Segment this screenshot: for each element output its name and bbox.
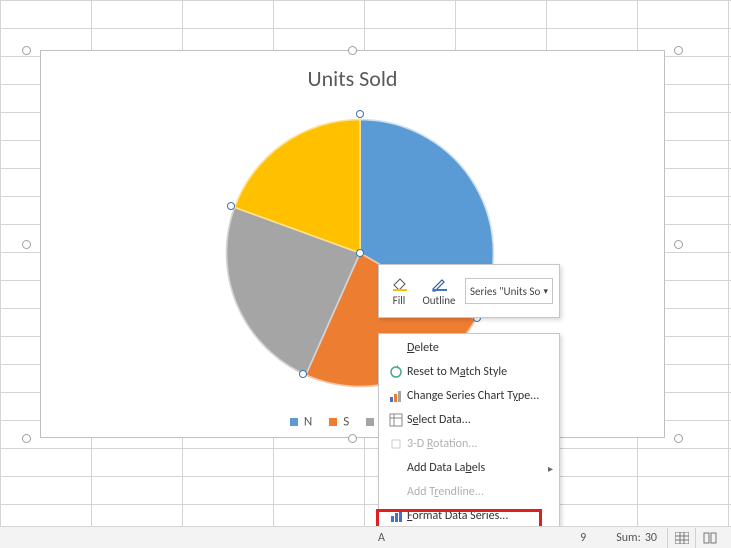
status-bar: A 9 Sum: 30 (0, 526, 731, 548)
resize-handle[interactable] (674, 46, 683, 55)
pen-icon (430, 276, 448, 292)
fill-button[interactable]: Fill (379, 265, 419, 317)
chevron-down-icon: ▾ (543, 286, 548, 297)
ctx-format-series-label: Format Data Series... (407, 509, 553, 523)
view-buttons (667, 528, 723, 548)
outline-button[interactable]: Outline (419, 265, 459, 317)
ctx-rotation-label: 3-D Rotation... (407, 437, 553, 451)
ctx-add-trendline: Add Trendline... (379, 480, 559, 504)
ctx-change-chart-type[interactable]: Change Series Chart Type... (379, 384, 559, 408)
chart-title[interactable]: Units Sold (41, 65, 664, 92)
datapoint-handle (356, 249, 364, 257)
datapoint-handle (299, 370, 307, 378)
chart-legend[interactable]: N S E W (41, 414, 664, 429)
ctx-3d-rotation: 3-D Rotation... (379, 432, 559, 456)
cube-icon (385, 437, 407, 451)
ctx-delete[interactable]: Delete (379, 336, 559, 360)
format-series-icon (385, 509, 407, 523)
legend-swatch-e (366, 418, 374, 426)
ctx-trendline-label: Add Trendline... (407, 485, 553, 499)
chart-object[interactable]: Units Sold N S E W (40, 50, 665, 438)
paint-bucket-icon (390, 276, 408, 292)
ctx-add-data-labels[interactable]: Add Data Labels ▸ (379, 456, 559, 480)
ctx-format-data-series[interactable]: Format Data Series... (379, 504, 559, 528)
status-sum-label: Sum: (616, 531, 641, 545)
context-menu: Delete Reset to Match Style Change Serie… (378, 333, 560, 531)
reset-icon (385, 365, 407, 379)
ctx-select-data[interactable]: Select Data... (379, 408, 559, 432)
series-selector-text: Series "Units So (470, 285, 540, 298)
status-avg: A (378, 531, 385, 545)
resize-handle[interactable] (22, 46, 31, 55)
legend-label-s: S (343, 414, 349, 429)
ctx-reset-style[interactable]: Reset to Match Style (379, 360, 559, 384)
legend-label-n: N (304, 414, 312, 429)
ctx-reset-label: Reset to Match Style (407, 365, 553, 379)
series-selector-dropdown[interactable]: Series "Units So ▾ (465, 278, 553, 304)
ctx-add-labels-label: Add Data Labels (407, 461, 544, 475)
select-data-icon (385, 413, 407, 427)
datapoint-handle (227, 202, 235, 210)
page-layout-icon (703, 532, 717, 544)
view-page-layout-button[interactable] (695, 528, 723, 548)
resize-handle[interactable] (348, 434, 357, 443)
fill-label: Fill (393, 294, 406, 307)
ctx-change-type-label: Change Series Chart Type... (407, 389, 553, 403)
resize-handle[interactable] (674, 434, 683, 443)
ctx-delete-label: Delete (407, 341, 553, 355)
view-normal-button[interactable] (667, 528, 695, 548)
resize-handle[interactable] (674, 240, 683, 249)
legend-swatch-s (329, 418, 337, 426)
resize-handle[interactable] (348, 46, 357, 55)
outline-label: Outline (422, 294, 455, 307)
resize-handle[interactable] (22, 240, 31, 249)
status-nine: 9 (580, 531, 586, 545)
resize-handle[interactable] (22, 434, 31, 443)
chart-type-icon (385, 389, 407, 403)
status-sum-value: 30 (645, 531, 657, 545)
legend-swatch-n (290, 418, 298, 426)
ctx-select-data-label: Select Data... (407, 413, 553, 427)
submenu-arrow-icon: ▸ (548, 462, 553, 475)
mini-toolbar: Fill Outline Series "Units So ▾ (378, 264, 560, 318)
datapoint-handle (356, 110, 364, 118)
grid-view-icon (675, 532, 689, 544)
